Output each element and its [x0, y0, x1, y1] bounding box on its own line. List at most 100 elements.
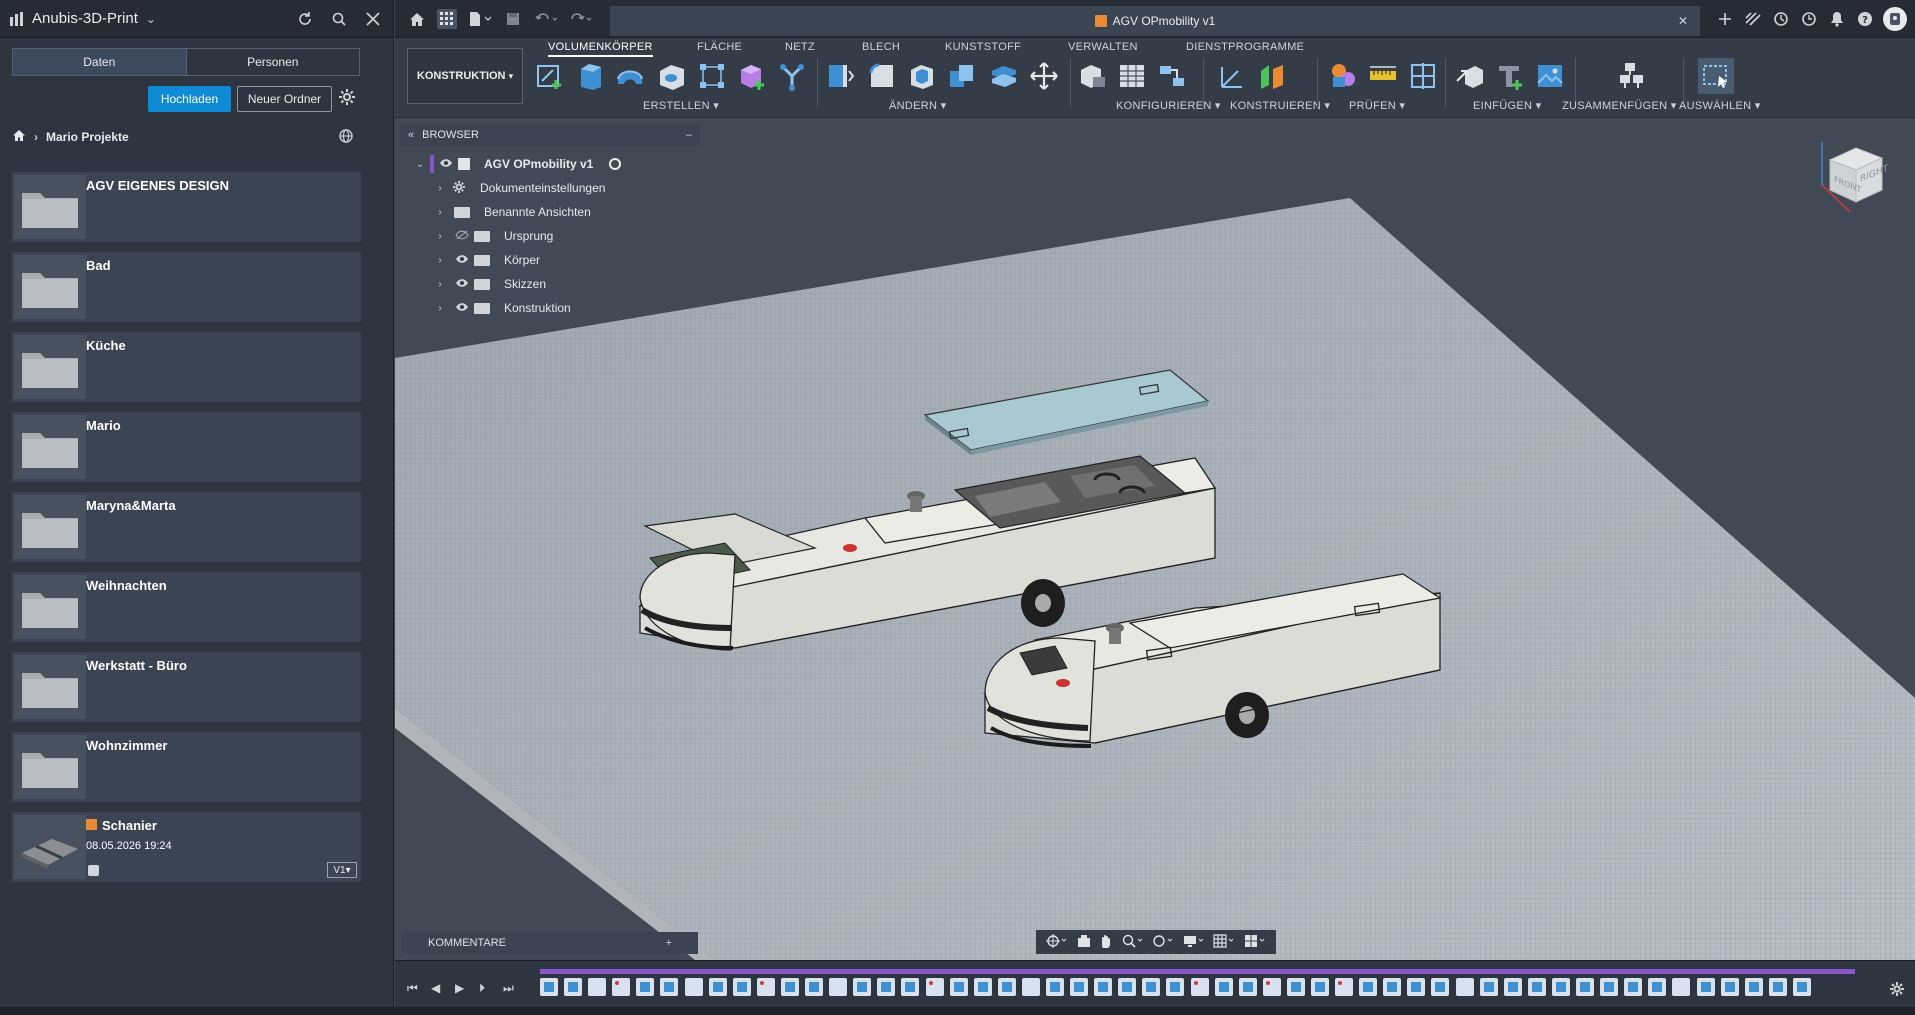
- tree-node[interactable]: › Konstruktion: [400, 296, 700, 320]
- assemble-icon[interactable]: [1617, 61, 1647, 91]
- timeline-feature-icon[interactable]: [1768, 978, 1787, 996]
- tab-verwalten[interactable]: VERWALTEN: [1068, 41, 1138, 53]
- new-tab-icon[interactable]: [1715, 9, 1735, 29]
- timeline-feature-icon[interactable]: [708, 978, 727, 996]
- zoom-icon[interactable]: [1122, 934, 1144, 951]
- document-tab[interactable]: AGV OPmobility v1 ✕: [610, 6, 1700, 36]
- play-icon[interactable]: ▶: [455, 981, 464, 995]
- timeline-feature-icon[interactable]: [997, 978, 1016, 996]
- new-folder-button[interactable]: Neuer Ordner: [237, 86, 332, 112]
- timeline-feature-icon[interactable]: [1431, 978, 1450, 996]
- workspace-selector[interactable]: KONSTRUKTION ▾: [407, 48, 523, 104]
- upload-button[interactable]: Hochladen: [148, 86, 231, 112]
- help-icon[interactable]: ?: [1855, 9, 1875, 29]
- timeline-feature-icon[interactable]: [1551, 978, 1570, 996]
- construction-axis-icon[interactable]: [1217, 61, 1247, 91]
- configuration-rule-icon[interactable]: [1157, 61, 1187, 91]
- tab-blech[interactable]: BLECH: [862, 41, 900, 53]
- timeline-feature-icon[interactable]: [829, 978, 848, 996]
- timeline-feature-icon[interactable]: [925, 978, 944, 996]
- timeline-feature-icon[interactable]: [780, 978, 799, 996]
- timeline-feature-icon[interactable]: [1359, 978, 1378, 996]
- insert-canvas-icon[interactable]: [1535, 61, 1565, 91]
- timeline-feature-icon[interactable]: [588, 978, 607, 996]
- version-badge[interactable]: V1 ▾: [327, 862, 357, 878]
- shell-icon[interactable]: [907, 61, 937, 91]
- tab-volumenkoerper[interactable]: VOLUMENKÖRPER: [548, 41, 653, 57]
- chevron-right-icon[interactable]: ›: [434, 231, 446, 242]
- timeline-feature-icon[interactable]: [1238, 978, 1257, 996]
- timeline-feature-icon[interactable]: [612, 978, 631, 996]
- timeline-feature-icon[interactable]: [1214, 978, 1233, 996]
- chevron-right-icon[interactable]: ›: [434, 303, 446, 314]
- revolve-icon[interactable]: [615, 61, 645, 91]
- joint-icon[interactable]: [777, 61, 807, 91]
- timeline-feature-icon[interactable]: [1720, 978, 1739, 996]
- timeline-feature-icon[interactable]: [756, 978, 775, 996]
- eye-icon[interactable]: [454, 254, 470, 267]
- eye-icon[interactable]: [438, 158, 454, 171]
- timeline-feature-icon[interactable]: [1021, 978, 1040, 996]
- timeline-feature-icon[interactable]: [564, 978, 583, 996]
- group-erstellen[interactable]: ERSTELLEN ▾: [643, 99, 719, 112]
- project-name[interactable]: Anubis-3D-Print: [32, 10, 138, 27]
- eye-hidden-icon[interactable]: [454, 230, 470, 243]
- group-konstruieren[interactable]: KONSTRUIEREN ▾: [1230, 99, 1330, 112]
- chevron-right-icon[interactable]: ›: [434, 207, 446, 218]
- chevron-down-icon[interactable]: ⌄: [146, 12, 156, 26]
- timeline-feature-icon[interactable]: [1792, 978, 1811, 996]
- tree-node[interactable]: › Ursprung: [400, 224, 700, 248]
- undo-icon[interactable]: [533, 9, 563, 29]
- file-menu-icon[interactable]: [467, 9, 495, 29]
- chevron-right-icon[interactable]: ›: [434, 183, 446, 194]
- insert-derive-icon[interactable]: [1455, 61, 1485, 91]
- tree-node[interactable]: › Benannte Ansichten: [400, 200, 700, 224]
- search-icon[interactable]: [329, 9, 349, 29]
- tab-flaeche[interactable]: FLÄCHE: [697, 41, 742, 53]
- group-auswaehlen[interactable]: AUSWÄHLEN ▾: [1679, 99, 1761, 112]
- breadcrumb-current[interactable]: Mario Projekte: [46, 130, 129, 144]
- timeline-feature-icon[interactable]: [1286, 978, 1305, 996]
- offset-plane-icon[interactable]: [1257, 61, 1287, 91]
- list-item[interactable]: Schanier 08.05.2026 19:24 V1 ▾: [12, 812, 361, 882]
- timeline-feature-icon[interactable]: [1094, 978, 1113, 996]
- gear-icon[interactable]: [338, 88, 356, 111]
- timeline-feature-icon[interactable]: [540, 978, 558, 996]
- timeline-feature-icon[interactable]: [1190, 978, 1209, 996]
- home-icon[interactable]: [12, 129, 26, 145]
- timeline-feature-icon[interactable]: [1118, 978, 1137, 996]
- home-icon[interactable]: [407, 9, 427, 29]
- list-item[interactable]: Werkstatt - Büro: [12, 652, 361, 722]
- timeline-feature-icon[interactable]: [973, 978, 992, 996]
- timeline-feature-icon[interactable]: [1407, 978, 1426, 996]
- press-pull-icon[interactable]: [825, 61, 855, 91]
- timeline-settings-gear-icon[interactable]: [1889, 981, 1905, 1002]
- timeline-feature-icon[interactable]: [1262, 978, 1281, 996]
- hole-icon[interactable]: [657, 61, 687, 91]
- list-item[interactable]: Küche: [12, 332, 361, 402]
- step-forward-icon[interactable]: ⏵: [479, 981, 485, 996]
- viewports-icon[interactable]: [1244, 934, 1266, 951]
- timeline-feature-icon[interactable]: [1335, 978, 1354, 996]
- tree-node[interactable]: › Skizzen: [400, 272, 700, 296]
- viewcube[interactable]: FRONT RIGHT: [1820, 140, 1890, 220]
- new-component-icon[interactable]: [737, 61, 767, 91]
- timeline-feature-icon[interactable]: [1576, 978, 1595, 996]
- redo-icon[interactable]: [567, 9, 597, 29]
- timeline-feature-icon[interactable]: [1672, 978, 1691, 996]
- timeline-track[interactable]: [540, 969, 1855, 974]
- fit-icon[interactable]: [1152, 934, 1174, 951]
- display-settings-icon[interactable]: [1183, 934, 1205, 951]
- timeline-feature-icon[interactable]: [1455, 978, 1474, 996]
- timeline-feature-icon[interactable]: [949, 978, 968, 996]
- add-comment-icon[interactable]: +: [666, 937, 672, 949]
- timeline-feature-icon[interactable]: [1744, 978, 1763, 996]
- tab-kunststoff[interactable]: KUNSTSTOFF: [945, 41, 1021, 53]
- browser-header[interactable]: « BROWSER –: [400, 124, 700, 146]
- timeline-feature-icon[interactable]: [1311, 978, 1329, 996]
- tab-personen[interactable]: Personen: [185, 49, 359, 75]
- timeline-feature-icon[interactable]: [1503, 978, 1522, 996]
- timeline-feature-icon[interactable]: [1696, 978, 1715, 996]
- inspect-icon[interactable]: [1328, 61, 1358, 91]
- tab-netz[interactable]: NETZ: [785, 41, 815, 53]
